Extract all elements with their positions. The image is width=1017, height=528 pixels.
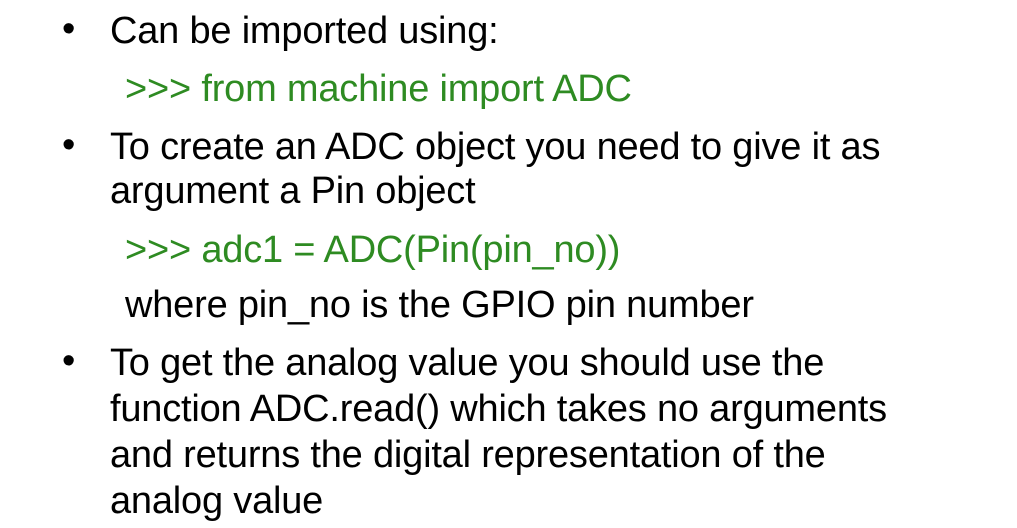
code-line: >>> from machine import ADC <box>125 68 632 110</box>
bullet-text: function ADC.read() which takes no argum… <box>110 388 887 430</box>
bullet-text: Can be imported using: <box>110 10 499 52</box>
bullet-text: argument a Pin object <box>110 170 476 212</box>
code-line: >>> adc1 = ADC(Pin(pin_no)) <box>125 229 621 271</box>
slide: • Can be imported using: >>> from machin… <box>0 0 1017 528</box>
explanation-line: where pin_no is the GPIO pin number <box>125 284 754 326</box>
bullet-marker: • <box>62 124 76 166</box>
bullet-marker: • <box>62 8 76 50</box>
bullet-text: To create an ADC object you need to give… <box>110 126 881 168</box>
bullet-text: To get the analog value you should use t… <box>110 342 825 384</box>
bullet-text: and returns the digital representation o… <box>110 434 826 476</box>
bullet-marker: • <box>62 340 76 382</box>
bullet-text: analog value <box>110 480 324 522</box>
